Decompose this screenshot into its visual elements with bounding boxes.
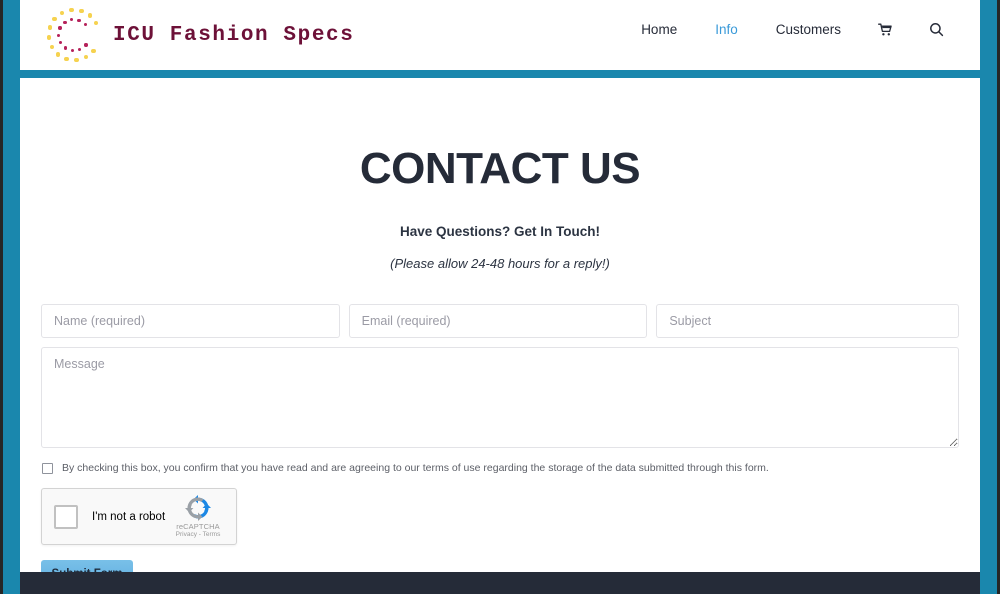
page-content: CONTACT US Have Questions? Get In Touch!… xyxy=(20,84,980,588)
recaptcha-logo-icon xyxy=(185,495,211,521)
search-icon[interactable] xyxy=(911,18,962,41)
message-textarea[interactable] xyxy=(41,347,959,448)
dotted-circle-logo-icon xyxy=(43,4,105,66)
recaptcha-brand-name: reCAPTCHA xyxy=(176,522,220,531)
form-field-row xyxy=(41,304,959,338)
subject-input[interactable] xyxy=(656,304,959,338)
recaptcha-branding: reCAPTCHA Privacy - Terms xyxy=(168,495,228,538)
consent-label[interactable]: By checking this box, you confirm that y… xyxy=(62,461,769,475)
page-title: CONTACT US xyxy=(359,144,641,193)
frame-edge-left xyxy=(3,0,20,594)
contact-form: By checking this box, you confirm that y… xyxy=(41,304,959,588)
recaptcha-widget[interactable]: I'm not a robot reCAPTCHA Privacy - Term… xyxy=(41,488,237,545)
brand-title: ICU Fashion Specs xyxy=(113,23,355,47)
nav-link-home[interactable]: Home xyxy=(622,18,696,41)
site-footer xyxy=(20,572,980,594)
recaptcha-label: I'm not a robot xyxy=(92,510,166,523)
shopping-cart-icon[interactable] xyxy=(860,19,911,41)
nav-link-info[interactable]: Info xyxy=(696,18,757,41)
consent-row: By checking this box, you confirm that y… xyxy=(41,461,959,475)
header-divider xyxy=(20,70,980,78)
recaptcha-legal-links[interactable]: Privacy - Terms xyxy=(168,531,228,538)
page-subnote: (Please allow 24-48 hours for a reply!) xyxy=(390,256,610,271)
site-header: ICU Fashion Specs Home Info Customers xyxy=(20,0,980,70)
main-navigation: Home Info Customers xyxy=(622,18,962,41)
recaptcha-checkbox[interactable] xyxy=(54,504,78,529)
frame-edge-right xyxy=(980,0,997,594)
name-input[interactable] xyxy=(41,304,340,338)
nav-link-customers[interactable]: Customers xyxy=(757,18,860,41)
browser-page-frame: ICU Fashion Specs Home Info Customers CO… xyxy=(0,0,1000,594)
consent-checkbox[interactable] xyxy=(42,463,53,474)
page-subheading: Have Questions? Get In Touch! xyxy=(399,224,601,239)
email-input[interactable] xyxy=(348,304,648,338)
website-body: ICU Fashion Specs Home Info Customers CO… xyxy=(20,0,980,594)
brand-logo-link[interactable]: ICU Fashion Specs xyxy=(43,4,354,66)
